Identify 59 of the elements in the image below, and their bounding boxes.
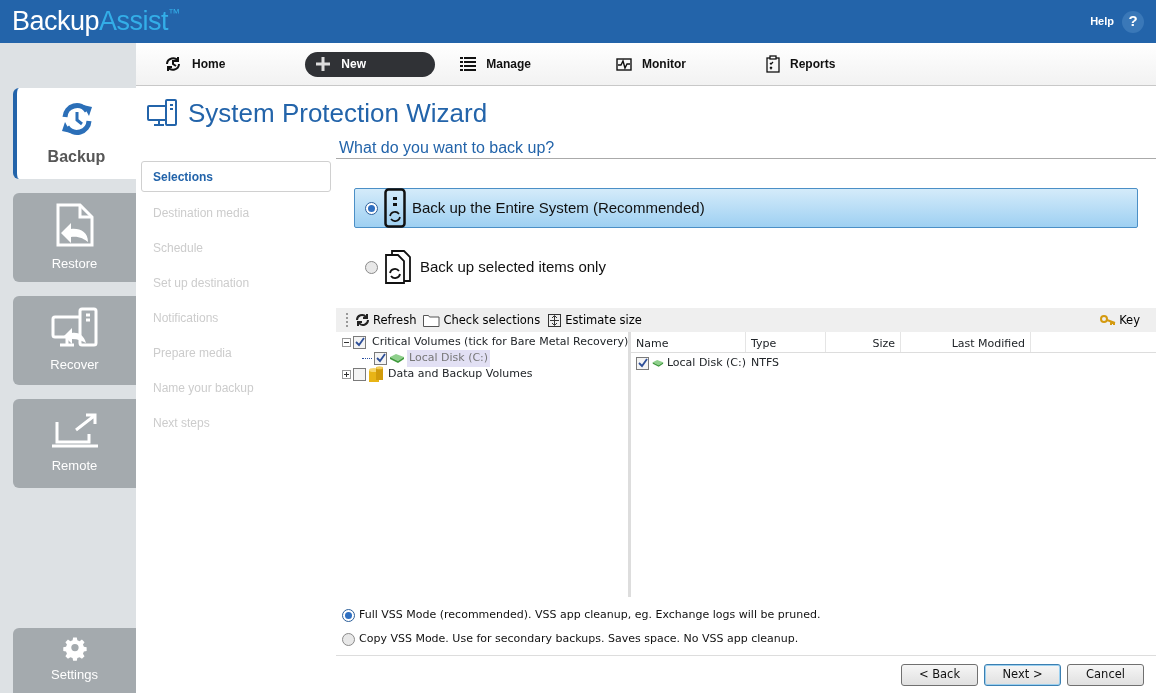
laptop-arrow-icon (49, 411, 100, 450)
tree-item[interactable]: Local Disk (C:) (407, 350, 491, 367)
folder-icon (423, 313, 441, 327)
table-cell-text: NTFS (750, 355, 780, 372)
key-button[interactable]: Key (1100, 311, 1140, 329)
resize-icon (547, 312, 563, 328)
column-header[interactable]: Type (746, 332, 826, 353)
settings-icon (62, 636, 87, 661)
plus-icon (315, 56, 332, 72)
radio-button[interactable] (342, 632, 355, 646)
radio-button[interactable] (342, 608, 355, 622)
sync-clock-icon (164, 55, 182, 73)
list-icon (460, 57, 477, 71)
collapse-icon[interactable] (342, 337, 351, 347)
radio-label[interactable]: Full VSS Mode (recommended). VSS app cleanup, eg. Exchange logs will be pruned. (359, 606, 821, 624)
clipboard-icon (766, 55, 781, 73)
cancel-button[interactable]: Cancel (1067, 663, 1144, 686)
toolbar-button[interactable]: Check selections (423, 311, 541, 329)
toolbar-button[interactable]: New (305, 51, 436, 77)
toolbar-button[interactable]: Estimate size (547, 311, 642, 329)
section-heading: What do you want to back up? (336, 136, 1156, 159)
toolbar-button[interactable]: Monitor (606, 51, 697, 77)
column-header[interactable]: Name (631, 332, 746, 353)
refresh-icon (355, 313, 370, 328)
radio-label[interactable]: Copy VSS Mode. Use for secondary backups. Saves space. No VSS app cleanup. (359, 630, 799, 648)
computer-return-icon (49, 306, 100, 349)
toolbar-button[interactable]: Reports (756, 51, 846, 77)
app-logo: BackupAssist$^{™}$ (12, 5, 180, 39)
toolbar-button[interactable]: Home (154, 51, 236, 77)
server-sync-icon (384, 188, 406, 228)
help-link[interactable]: Help (1090, 13, 1114, 30)
next-button[interactable]: Next > (984, 663, 1061, 686)
backup-option[interactable]: Back up selected items only (354, 247, 1138, 287)
checkbox[interactable] (374, 351, 387, 365)
column-header[interactable]: Last Modified (901, 332, 1031, 353)
documents-sync-icon (384, 249, 414, 285)
radio-button[interactable] (365, 201, 378, 215)
checkbox[interactable] (636, 356, 649, 370)
radio-button[interactable] (365, 260, 378, 274)
column-header[interactable]: Size (826, 332, 901, 353)
wizard-title: System Protection Wizard (188, 96, 488, 130)
backup-option[interactable]: Back up the Entire System (Recommended) (354, 188, 1138, 228)
table-cell: Local Disk (C:) (666, 355, 746, 372)
back-button[interactable]: < Back (901, 663, 978, 686)
toolbar-button[interactable]: Manage (450, 51, 542, 77)
computer-icon (146, 98, 180, 128)
tree-item[interactable]: Critical Volumes (tick for Bare Metal Recovery) (370, 334, 631, 351)
checkbox[interactable] (353, 367, 366, 381)
document-return-icon (54, 201, 95, 248)
expand-icon[interactable] (342, 369, 351, 379)
cylinders-icon (368, 366, 384, 383)
wizard-step[interactable]: Selections (141, 161, 331, 192)
checkbox[interactable] (353, 335, 366, 349)
nav-tile[interactable]: Backup (13, 88, 136, 179)
help-icon[interactable]: ? (1122, 10, 1144, 33)
pulse-monitor-icon (616, 57, 633, 71)
key-icon (1100, 314, 1117, 327)
toolbar-button[interactable]: Refresh (355, 311, 417, 329)
tree-item[interactable]: Data and Backup Volumes (386, 366, 535, 383)
